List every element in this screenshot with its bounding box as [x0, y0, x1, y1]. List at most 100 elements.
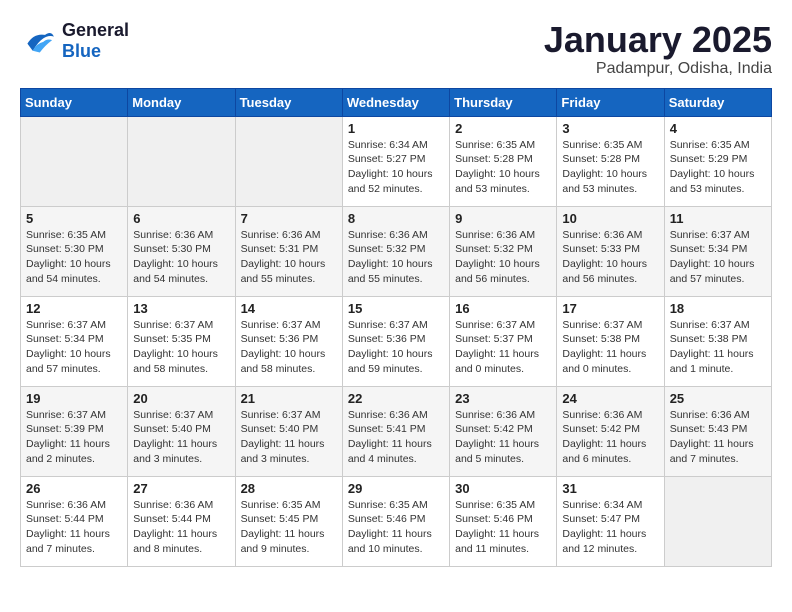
cell-info: Sunrise: 6:37 AMSunset: 5:38 PMDaylight:…: [562, 318, 658, 377]
weekday-header-tuesday: Tuesday: [235, 88, 342, 116]
day-number: 30: [455, 481, 551, 496]
day-number: 2: [455, 121, 551, 136]
cell-info: Sunrise: 6:35 AMSunset: 5:29 PMDaylight:…: [670, 138, 766, 197]
calendar-cell: 23Sunrise: 6:36 AMSunset: 5:42 PMDayligh…: [450, 386, 557, 476]
cell-info: Sunrise: 6:37 AMSunset: 5:36 PMDaylight:…: [348, 318, 444, 377]
day-number: 29: [348, 481, 444, 496]
day-number: 18: [670, 301, 766, 316]
day-number: 14: [241, 301, 337, 316]
calendar-cell: 22 Sunrise: 6:36 AMSunset: 5:41 PMDayligh…: [342, 386, 449, 476]
day-number: 3: [562, 121, 658, 136]
cell-info: Sunrise: 6:37 AMSunset: 5:35 PMDaylight:…: [133, 318, 229, 377]
cell-info: Sunrise: 6:36 AMSunset: 5:30 PMDaylight:…: [133, 228, 229, 287]
calendar-cell: 24 Sunrise: 6:36 AMSunset: 5:42 PMDayligh…: [557, 386, 664, 476]
cell-info: Sunrise: 6:37 AMSunset: 5:39 PMDaylight:…: [26, 408, 122, 467]
calendar-cell: 10 Sunrise: 6:36 AMSunset: 5:33 PMDayligh…: [557, 206, 664, 296]
calendar-cell: 4 Sunrise: 6:35 AMSunset: 5:29 PMDaylight…: [664, 116, 771, 206]
cell-info: Sunrise: 6:36 AMSunset: 5:31 PMDaylight:…: [241, 228, 337, 287]
day-number: 19: [26, 391, 122, 406]
calendar-week-3: 12Sunrise: 6:37 AMSunset: 5:34 PMDayligh…: [21, 296, 772, 386]
calendar-cell: [664, 476, 771, 566]
calendar-cell: 27 Sunrise: 6:36 AMSunset: 5:44 PMDayligh…: [128, 476, 235, 566]
page-header: General Blue January 2025 Padampur, Odis…: [20, 20, 772, 78]
calendar-cell: 7 Sunrise: 6:36 AMSunset: 5:31 PMDaylight…: [235, 206, 342, 296]
calendar-week-4: 19 Sunrise: 6:37 AMSunset: 5:39 PMDayligh…: [21, 386, 772, 476]
day-number: 6: [133, 211, 229, 226]
day-number: 13: [133, 301, 229, 316]
day-number: 9: [455, 211, 551, 226]
day-number: 11: [670, 211, 766, 226]
calendar-cell: 30 Sunrise: 6:35 AMSunset: 5:46 PMDayligh…: [450, 476, 557, 566]
weekday-header-sunday: Sunday: [21, 88, 128, 116]
day-number: 22: [348, 391, 444, 406]
day-number: 21: [241, 391, 337, 406]
calendar-cell: 1 Sunrise: 6:34 AMSunset: 5:27 PMDaylight…: [342, 116, 449, 206]
day-number: 12: [26, 301, 122, 316]
calendar-cell: 26 Sunrise: 6:36 AMSunset: 5:44 PMDayligh…: [21, 476, 128, 566]
calendar-cell: 25Sunrise: 6:36 AMSunset: 5:43 PMDayligh…: [664, 386, 771, 476]
cell-info: Sunrise: 6:36 AMSunset: 5:44 PMDaylight:…: [133, 498, 229, 557]
cell-info: Sunrise: 6:36 AMSunset: 5:33 PMDaylight:…: [562, 228, 658, 287]
calendar-week-5: 26 Sunrise: 6:36 AMSunset: 5:44 PMDayligh…: [21, 476, 772, 566]
day-number: 26: [26, 481, 122, 496]
cell-info: Sunrise: 6:37 AMSunset: 5:40 PMDaylight:…: [241, 408, 337, 467]
logo-text: General Blue: [62, 20, 129, 62]
calendar-week-2: 5 Sunrise: 6:35 AMSunset: 5:30 PMDaylight…: [21, 206, 772, 296]
day-number: 24: [562, 391, 658, 406]
cell-info: Sunrise: 6:36 AMSunset: 5:44 PMDaylight:…: [26, 498, 122, 557]
calendar-cell: 12Sunrise: 6:37 AMSunset: 5:34 PMDayligh…: [21, 296, 128, 386]
weekday-header-row: SundayMondayTuesdayWednesdayThursdayFrid…: [21, 88, 772, 116]
cell-info: Sunrise: 6:37 AMSunset: 5:36 PMDaylight:…: [241, 318, 337, 377]
title-block: January 2025 Padampur, Odisha, India: [544, 20, 772, 78]
cell-info: Sunrise: 6:36 AMSunset: 5:32 PMDaylight:…: [348, 228, 444, 287]
day-number: 5: [26, 211, 122, 226]
cell-info: Sunrise: 6:35 AMSunset: 5:30 PMDaylight:…: [26, 228, 122, 287]
cell-info: Sunrise: 6:37 AMSunset: 5:37 PMDaylight:…: [455, 318, 551, 377]
cell-info: Sunrise: 6:35 AMSunset: 5:46 PMDaylight:…: [348, 498, 444, 557]
cell-info: Sunrise: 6:37 AMSunset: 5:34 PMDaylight:…: [670, 228, 766, 287]
calendar-body: 1 Sunrise: 6:34 AMSunset: 5:27 PMDaylight…: [21, 116, 772, 566]
cell-info: Sunrise: 6:35 AMSunset: 5:46 PMDaylight:…: [455, 498, 551, 557]
calendar-cell: 29 Sunrise: 6:35 AMSunset: 5:46 PMDayligh…: [342, 476, 449, 566]
weekday-header-saturday: Saturday: [664, 88, 771, 116]
cell-info: Sunrise: 6:36 AMSunset: 5:42 PMDaylight:…: [562, 408, 658, 467]
calendar-cell: 2 Sunrise: 6:35 AMSunset: 5:28 PMDaylight…: [450, 116, 557, 206]
day-number: 8: [348, 211, 444, 226]
month-title: January 2025: [544, 20, 772, 60]
day-number: 28: [241, 481, 337, 496]
calendar-cell: 16 Sunrise: 6:37 AMSunset: 5:37 PMDayligh…: [450, 296, 557, 386]
cell-info: Sunrise: 6:36 AMSunset: 5:41 PMDaylight:…: [348, 408, 444, 467]
cell-info: Sunrise: 6:37 AMSunset: 5:38 PMDaylight:…: [670, 318, 766, 377]
day-number: 25: [670, 391, 766, 406]
day-number: 15: [348, 301, 444, 316]
day-number: 27: [133, 481, 229, 496]
calendar-cell: 21 Sunrise: 6:37 AMSunset: 5:40 PMDayligh…: [235, 386, 342, 476]
day-number: 1: [348, 121, 444, 136]
logo: General Blue: [20, 20, 129, 62]
location: Padampur, Odisha, India: [544, 60, 772, 78]
calendar-cell: 11 Sunrise: 6:37 AMSunset: 5:34 PMDayligh…: [664, 206, 771, 296]
calendar-cell: 9Sunrise: 6:36 AMSunset: 5:32 PMDaylight…: [450, 206, 557, 296]
calendar-cell: [21, 116, 128, 206]
calendar-cell: 20Sunrise: 6:37 AMSunset: 5:40 PMDayligh…: [128, 386, 235, 476]
weekday-header-wednesday: Wednesday: [342, 88, 449, 116]
cell-info: Sunrise: 6:34 AMSunset: 5:27 PMDaylight:…: [348, 138, 444, 197]
cell-info: Sunrise: 6:37 AMSunset: 5:40 PMDaylight:…: [133, 408, 229, 467]
calendar-cell: [128, 116, 235, 206]
calendar-cell: 6 Sunrise: 6:36 AMSunset: 5:30 PMDaylight…: [128, 206, 235, 296]
calendar-week-1: 1 Sunrise: 6:34 AMSunset: 5:27 PMDaylight…: [21, 116, 772, 206]
day-number: 7: [241, 211, 337, 226]
day-number: 4: [670, 121, 766, 136]
day-number: 31: [562, 481, 658, 496]
calendar-cell: 13 Sunrise: 6:37 AMSunset: 5:35 PMDayligh…: [128, 296, 235, 386]
day-number: 16: [455, 301, 551, 316]
cell-info: Sunrise: 6:36 AMSunset: 5:42 PMDaylight:…: [455, 408, 551, 467]
day-number: 10: [562, 211, 658, 226]
calendar-cell: 18 Sunrise: 6:37 AMSunset: 5:38 PMDayligh…: [664, 296, 771, 386]
calendar-cell: 31Sunrise: 6:34 AMSunset: 5:47 PMDayligh…: [557, 476, 664, 566]
calendar-table: SundayMondayTuesdayWednesdayThursdayFrid…: [20, 88, 772, 567]
calendar-cell: 19 Sunrise: 6:37 AMSunset: 5:39 PMDayligh…: [21, 386, 128, 476]
cell-info: Sunrise: 6:35 AMSunset: 5:28 PMDaylight:…: [455, 138, 551, 197]
calendar-cell: 28Sunrise: 6:35 AMSunset: 5:45 PMDayligh…: [235, 476, 342, 566]
weekday-header-thursday: Thursday: [450, 88, 557, 116]
